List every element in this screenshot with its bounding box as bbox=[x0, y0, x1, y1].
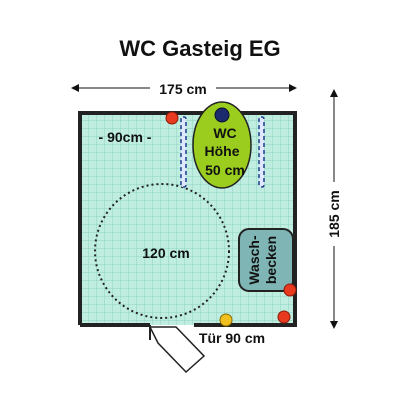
door-label: Tür 90 cm bbox=[199, 330, 265, 346]
marker-dot-red bbox=[283, 283, 297, 297]
marker-dot-yellow bbox=[219, 313, 233, 327]
page-title: WC Gasteig EG bbox=[119, 36, 280, 61]
height-dimension-label: 185 cm bbox=[326, 190, 342, 237]
width-dimension-label: 175 cm bbox=[159, 81, 206, 97]
floor-plan-svg: WC Gasteig EG 175 cm 185 cm Tür 90 cm - … bbox=[71, 36, 346, 374]
marker-dot-red bbox=[165, 111, 179, 125]
wc-label-line1: WC bbox=[213, 125, 236, 141]
door-swing-icon bbox=[148, 326, 206, 374]
free-width-label: - 90cm - bbox=[99, 129, 152, 145]
turning-circle-label: 120 cm bbox=[142, 245, 189, 261]
marker-dot-navy bbox=[214, 107, 230, 123]
grab-rail-icon bbox=[180, 116, 187, 188]
wc-label-line3: 50 cm bbox=[205, 162, 245, 178]
grab-rail-icon bbox=[258, 116, 265, 188]
sink-label-line2: becken bbox=[263, 236, 279, 284]
sink-label-line1: Wasch- bbox=[246, 235, 262, 285]
wc-label-line2: Höhe bbox=[205, 143, 240, 159]
marker-dot-red bbox=[277, 310, 291, 324]
floor-plan: WC Gasteig EG 175 cm 185 cm Tür 90 cm - … bbox=[0, 0, 400, 400]
